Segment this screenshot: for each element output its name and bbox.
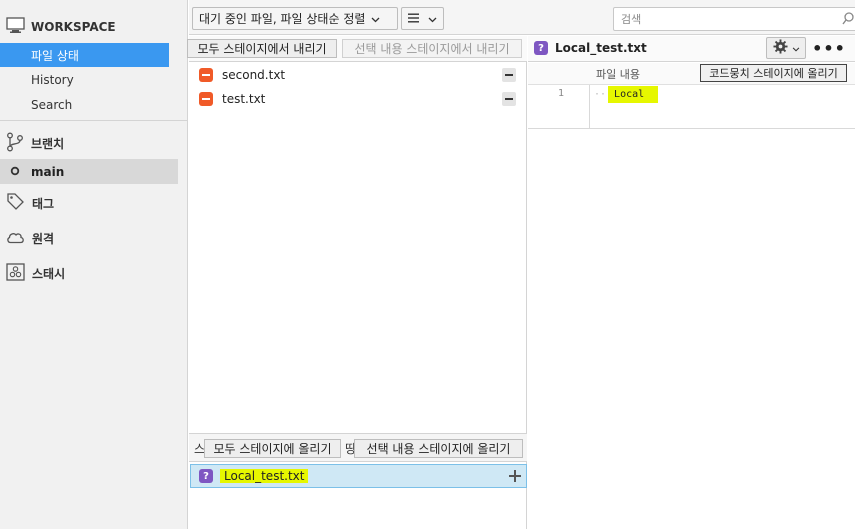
workspace-header: WORKSPACE	[6, 16, 116, 38]
unstage-all-label: 모두 스테이지에서 내리기	[197, 42, 327, 56]
branch-item-main[interactable]: main	[0, 159, 178, 184]
file-list-pane: 모두 스테이지에서 내리기 선택 내용 스테이지에서 내리기 second.tx…	[187, 36, 527, 529]
monitor-icon	[6, 17, 25, 37]
app-window: WORKSPACE 파일 상태 History Search 브랜치 main	[0, 0, 855, 529]
branch-name: main	[31, 164, 65, 179]
stage-hunk-label: 코드뭉치 스테이지에 올리기	[709, 67, 838, 80]
sidebar-item-label: History	[31, 73, 74, 87]
file-row[interactable]: second.txt	[199, 65, 522, 85]
stash-icon	[6, 262, 25, 284]
unstage-file-button[interactable]	[502, 92, 516, 106]
stashes-label: 스태시	[32, 266, 66, 281]
file-name: second.txt	[222, 68, 286, 82]
sidebar-section-branches[interactable]: 브랜치	[6, 132, 64, 154]
more-options-button[interactable]: •••	[812, 37, 845, 59]
stage-selected-button[interactable]: 선택 내용 스테이지에 올리기	[354, 439, 523, 458]
sidebar-item-file-status[interactable]: 파일 상태	[0, 43, 169, 67]
sidebar-item-search[interactable]: Search	[0, 93, 169, 117]
gear-icon	[772, 39, 788, 57]
file-name: Local_test.txt	[220, 469, 309, 483]
search-input[interactable]: 검색	[613, 7, 855, 31]
removed-status-icon	[199, 92, 213, 106]
stage-file-button[interactable]	[508, 469, 522, 483]
view-mode-dropdown[interactable]	[401, 7, 444, 30]
unstage-selected-button[interactable]: 선택 내용 스테이지에서 내리기	[342, 39, 522, 58]
question-icon: ?	[534, 41, 548, 55]
search-icon[interactable]	[842, 12, 854, 29]
list-icon	[408, 12, 419, 26]
workspace-label: WORKSPACE	[31, 20, 116, 34]
sort-dropdown[interactable]: 대기 중인 파일, 파일 상태순 정렬	[192, 7, 398, 30]
stage-hunk-button[interactable]: 코드뭉치 스테이지에 올리기	[700, 64, 847, 82]
tag-icon	[6, 192, 25, 214]
toolbar: 대기 중인 파일, 파일 상태순 정렬 검색	[189, 0, 855, 35]
sidebar-section-stashes[interactable]: 스태시	[6, 262, 65, 284]
diff-file-title: ? Local_test.txt	[534, 41, 647, 55]
unstage-all-button[interactable]: 모두 스테이지에서 내리기	[187, 39, 337, 58]
branches-label: 브랜치	[31, 136, 65, 151]
line-number: 1	[558, 88, 565, 99]
file-name: test.txt	[222, 92, 266, 106]
sidebar-divider	[0, 120, 188, 121]
cloud-icon	[6, 230, 25, 247]
sidebar-item-history[interactable]: History	[0, 68, 169, 92]
search-placeholder: 검색	[621, 13, 642, 26]
hunk-divider	[528, 128, 855, 129]
stage-all-button[interactable]: 모두 스테이지에 올리기	[204, 439, 341, 458]
sidebar-item-label: 파일 상태	[31, 48, 79, 63]
sidebar-item-label: Search	[31, 98, 73, 112]
tags-label: 태그	[32, 196, 55, 211]
file-row-selected[interactable]: ? Local_test.txt	[190, 464, 527, 488]
whitespace-marker: ··	[594, 89, 607, 100]
diff-line[interactable]: ·· Local	[594, 86, 659, 103]
sidebar-section-tags[interactable]: 태그	[6, 192, 54, 214]
chevron-down-icon	[792, 41, 800, 55]
question-icon: ?	[199, 469, 213, 483]
unstaged-toolbar: 모두 스테이지에서 내리기 선택 내용 스테이지에서 내리기	[187, 36, 527, 62]
unstage-file-button[interactable]	[502, 68, 516, 82]
more-icon: •••	[812, 38, 846, 58]
diff-pane: ? Local_test.txt ••• 파일 내용 코드뭉치 스테이지에 올리…	[528, 36, 855, 529]
diff-header: ? Local_test.txt •••	[528, 36, 855, 62]
removed-status-icon	[199, 68, 213, 82]
chevron-down-icon	[428, 12, 437, 26]
stage-all-label: 모두 스테이지에 올리기	[213, 442, 332, 456]
sidebar-section-remotes[interactable]: 원격	[6, 227, 54, 249]
sort-dropdown-label: 대기 중인 파일, 파일 상태순 정렬	[199, 12, 366, 26]
stage-selected-label: 선택 내용 스테이지에 올리기	[366, 442, 511, 456]
hunk-label: 파일 내용	[596, 68, 640, 81]
staged-toolbar: 스땅 모두 스테이지에 올리기 선택 내용 스테이지에 올리기	[189, 434, 527, 462]
unstage-selected-label: 선택 내용 스테이지에서 내리기	[354, 42, 510, 56]
file-row[interactable]: test.txt	[199, 89, 522, 109]
diff-options-dropdown[interactable]	[766, 37, 806, 59]
chevron-down-icon	[371, 12, 380, 26]
diff-line-text: Local	[608, 86, 659, 103]
current-branch-icon	[10, 165, 20, 179]
remotes-label: 원격	[32, 231, 55, 246]
branch-icon	[6, 132, 24, 155]
diff-filename: Local_test.txt	[555, 41, 647, 55]
sidebar: WORKSPACE 파일 상태 History Search 브랜치 main	[0, 0, 188, 529]
